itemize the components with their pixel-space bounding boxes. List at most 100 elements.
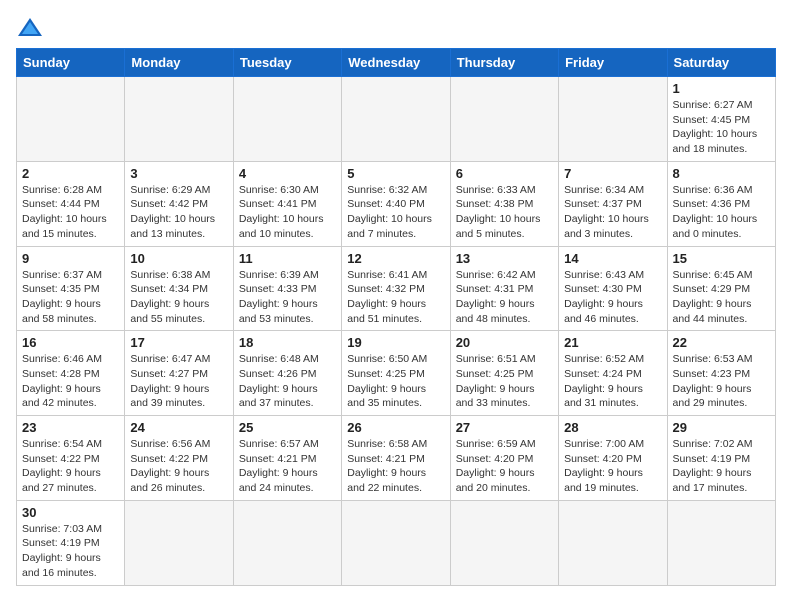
day-number: 15	[673, 251, 770, 266]
day-info: Sunrise: 6:48 AM Sunset: 4:26 PM Dayligh…	[239, 352, 336, 411]
calendar-cell	[342, 500, 450, 585]
day-number: 22	[673, 335, 770, 350]
weekday-header-monday: Monday	[125, 49, 233, 77]
logo	[16, 16, 52, 40]
day-number: 7	[564, 166, 661, 181]
day-info: Sunrise: 6:30 AM Sunset: 4:41 PM Dayligh…	[239, 183, 336, 242]
day-number: 25	[239, 420, 336, 435]
calendar-cell: 24 Sunrise: 6:56 AM Sunset: 4:22 PM Dayli…	[125, 416, 233, 501]
day-info: Sunrise: 6:46 AM Sunset: 4:28 PM Dayligh…	[22, 352, 119, 411]
calendar-cell: 29 Sunrise: 7:02 AM Sunset: 4:19 PM Dayli…	[667, 416, 775, 501]
day-info: Sunrise: 6:28 AM Sunset: 4:44 PM Dayligh…	[22, 183, 119, 242]
weekday-header-saturday: Saturday	[667, 49, 775, 77]
calendar-cell: 30 Sunrise: 7:03 AM Sunset: 4:19 PM Dayli…	[17, 500, 125, 585]
day-info: Sunrise: 6:42 AM Sunset: 4:31 PM Dayligh…	[456, 268, 553, 327]
day-info: Sunrise: 6:54 AM Sunset: 4:22 PM Dayligh…	[22, 437, 119, 496]
day-info: Sunrise: 6:32 AM Sunset: 4:40 PM Dayligh…	[347, 183, 444, 242]
day-number: 8	[673, 166, 770, 181]
day-number: 18	[239, 335, 336, 350]
day-number: 19	[347, 335, 444, 350]
calendar-cell: 25 Sunrise: 6:57 AM Sunset: 4:21 PM Dayli…	[233, 416, 341, 501]
day-info: Sunrise: 6:53 AM Sunset: 4:23 PM Dayligh…	[673, 352, 770, 411]
calendar-cell: 20 Sunrise: 6:51 AM Sunset: 4:25 PM Dayli…	[450, 331, 558, 416]
day-number: 23	[22, 420, 119, 435]
day-info: Sunrise: 6:37 AM Sunset: 4:35 PM Dayligh…	[22, 268, 119, 327]
calendar-cell: 12Sunrise: 6:41 AM Sunset: 4:32 PM Dayli…	[342, 246, 450, 331]
calendar-cell	[17, 77, 125, 162]
day-info: Sunrise: 6:39 AM Sunset: 4:33 PM Dayligh…	[239, 268, 336, 327]
day-number: 20	[456, 335, 553, 350]
day-info: Sunrise: 6:57 AM Sunset: 4:21 PM Dayligh…	[239, 437, 336, 496]
calendar-row-0: 1Sunrise: 6:27 AM Sunset: 4:45 PM Daylig…	[17, 77, 776, 162]
weekday-header-thursday: Thursday	[450, 49, 558, 77]
day-info: Sunrise: 6:41 AM Sunset: 4:32 PM Dayligh…	[347, 268, 444, 327]
calendar-cell	[125, 77, 233, 162]
day-number: 17	[130, 335, 227, 350]
day-info: Sunrise: 6:43 AM Sunset: 4:30 PM Dayligh…	[564, 268, 661, 327]
calendar-row-2: 9Sunrise: 6:37 AM Sunset: 4:35 PM Daylig…	[17, 246, 776, 331]
calendar-cell: 8 Sunrise: 6:36 AM Sunset: 4:36 PM Daylig…	[667, 161, 775, 246]
day-number: 26	[347, 420, 444, 435]
day-info: Sunrise: 6:58 AM Sunset: 4:21 PM Dayligh…	[347, 437, 444, 496]
day-number: 14	[564, 251, 661, 266]
calendar-cell: 11Sunrise: 6:39 AM Sunset: 4:33 PM Dayli…	[233, 246, 341, 331]
day-info: Sunrise: 6:51 AM Sunset: 4:25 PM Dayligh…	[456, 352, 553, 411]
calendar-cell: 13 Sunrise: 6:42 AM Sunset: 4:31 PM Dayli…	[450, 246, 558, 331]
calendar-cell	[125, 500, 233, 585]
calendar-cell: 21Sunrise: 6:52 AM Sunset: 4:24 PM Dayli…	[559, 331, 667, 416]
calendar-cell	[342, 77, 450, 162]
weekday-header-row: SundayMondayTuesdayWednesdayThursdayFrid…	[17, 49, 776, 77]
calendar-cell	[450, 77, 558, 162]
calendar-cell: 7Sunrise: 6:34 AM Sunset: 4:37 PM Daylig…	[559, 161, 667, 246]
day-info: Sunrise: 6:33 AM Sunset: 4:38 PM Dayligh…	[456, 183, 553, 242]
day-number: 30	[22, 505, 119, 520]
day-info: Sunrise: 6:29 AM Sunset: 4:42 PM Dayligh…	[130, 183, 227, 242]
calendar-cell: 3 Sunrise: 6:29 AM Sunset: 4:42 PM Daylig…	[125, 161, 233, 246]
calendar-cell: 6 Sunrise: 6:33 AM Sunset: 4:38 PM Daylig…	[450, 161, 558, 246]
day-info: Sunrise: 7:03 AM Sunset: 4:19 PM Dayligh…	[22, 522, 119, 581]
calendar-cell: 5 Sunrise: 6:32 AM Sunset: 4:40 PM Daylig…	[342, 161, 450, 246]
calendar-cell	[559, 500, 667, 585]
day-number: 29	[673, 420, 770, 435]
page-header	[16, 16, 776, 40]
day-info: Sunrise: 6:56 AM Sunset: 4:22 PM Dayligh…	[130, 437, 227, 496]
day-number: 5	[347, 166, 444, 181]
day-info: Sunrise: 6:59 AM Sunset: 4:20 PM Dayligh…	[456, 437, 553, 496]
day-number: 2	[22, 166, 119, 181]
logo-icon	[16, 16, 44, 40]
day-info: Sunrise: 6:47 AM Sunset: 4:27 PM Dayligh…	[130, 352, 227, 411]
day-number: 27	[456, 420, 553, 435]
weekday-header-tuesday: Tuesday	[233, 49, 341, 77]
calendar-cell: 10 Sunrise: 6:38 AM Sunset: 4:34 PM Dayli…	[125, 246, 233, 331]
calendar-cell: 23 Sunrise: 6:54 AM Sunset: 4:22 PM Dayli…	[17, 416, 125, 501]
day-number: 21	[564, 335, 661, 350]
day-number: 13	[456, 251, 553, 266]
day-number: 3	[130, 166, 227, 181]
day-number: 28	[564, 420, 661, 435]
calendar-cell: 1Sunrise: 6:27 AM Sunset: 4:45 PM Daylig…	[667, 77, 775, 162]
day-number: 24	[130, 420, 227, 435]
calendar-cell	[233, 500, 341, 585]
calendar-cell	[233, 77, 341, 162]
calendar-cell: 17 Sunrise: 6:47 AM Sunset: 4:27 PM Dayli…	[125, 331, 233, 416]
day-info: Sunrise: 7:02 AM Sunset: 4:19 PM Dayligh…	[673, 437, 770, 496]
calendar-row-1: 2 Sunrise: 6:28 AM Sunset: 4:44 PM Daylig…	[17, 161, 776, 246]
calendar-cell	[450, 500, 558, 585]
calendar-cell: 22 Sunrise: 6:53 AM Sunset: 4:23 PM Dayli…	[667, 331, 775, 416]
calendar-cell: 27 Sunrise: 6:59 AM Sunset: 4:20 PM Dayli…	[450, 416, 558, 501]
day-number: 6	[456, 166, 553, 181]
calendar-cell: 26 Sunrise: 6:58 AM Sunset: 4:21 PM Dayli…	[342, 416, 450, 501]
weekday-header-wednesday: Wednesday	[342, 49, 450, 77]
weekday-header-sunday: Sunday	[17, 49, 125, 77]
calendar-cell: 16Sunrise: 6:46 AM Sunset: 4:28 PM Dayli…	[17, 331, 125, 416]
day-number: 4	[239, 166, 336, 181]
day-info: Sunrise: 6:50 AM Sunset: 4:25 PM Dayligh…	[347, 352, 444, 411]
calendar-row-4: 23 Sunrise: 6:54 AM Sunset: 4:22 PM Dayli…	[17, 416, 776, 501]
calendar-cell: 15 Sunrise: 6:45 AM Sunset: 4:29 PM Dayli…	[667, 246, 775, 331]
day-info: Sunrise: 6:38 AM Sunset: 4:34 PM Dayligh…	[130, 268, 227, 327]
calendar-cell	[559, 77, 667, 162]
calendar-cell: 4 Sunrise: 6:30 AM Sunset: 4:41 PM Daylig…	[233, 161, 341, 246]
day-number: 10	[130, 251, 227, 266]
day-info: Sunrise: 6:45 AM Sunset: 4:29 PM Dayligh…	[673, 268, 770, 327]
day-info: Sunrise: 6:36 AM Sunset: 4:36 PM Dayligh…	[673, 183, 770, 242]
